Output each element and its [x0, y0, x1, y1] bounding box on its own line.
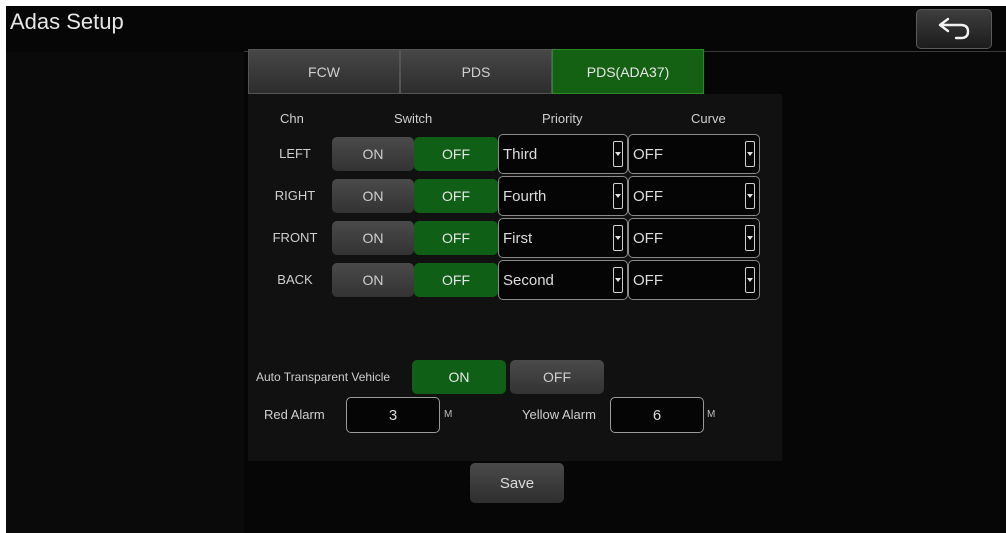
chevron-down-icon — [745, 267, 755, 293]
select-value: First — [503, 229, 533, 247]
select-value: Fourth — [503, 187, 547, 205]
back-button[interactable] — [916, 9, 992, 49]
tab-pds[interactable]: PDS — [400, 49, 552, 94]
front-on-button[interactable]: ON — [332, 221, 414, 255]
right-off-button[interactable]: OFF — [414, 179, 498, 213]
select-value: Second — [503, 271, 554, 289]
tab-label: PDS(ADA37) — [586, 63, 670, 80]
front-curve-select[interactable]: OFF — [628, 218, 760, 258]
back-priority-select[interactable]: Second — [498, 260, 628, 300]
tab-fcw[interactable]: FCW — [248, 49, 400, 94]
left-curve-select[interactable]: OFF — [628, 134, 760, 174]
adas-setup-screen: Adas Setup FCW PDS PDS(ADA37) Chn Switch… — [6, 6, 1006, 533]
back-off-button[interactable]: OFF — [414, 263, 498, 297]
chevron-down-icon — [745, 183, 755, 209]
chevron-down-icon — [745, 225, 755, 251]
chevron-down-icon — [613, 267, 623, 293]
select-value: OFF — [633, 229, 663, 247]
back-on-button[interactable]: ON — [332, 263, 414, 297]
right-curve-select[interactable]: OFF — [628, 176, 760, 216]
yellow-alarm-input[interactable]: 6 — [610, 397, 704, 433]
chevron-down-icon — [613, 141, 623, 167]
red-alarm-unit: M — [444, 409, 453, 420]
left-on-button[interactable]: ON — [332, 137, 414, 171]
row-label-front: FRONT — [272, 230, 318, 245]
yellow-alarm-label: Yellow Alarm — [522, 407, 596, 422]
page-title: Adas Setup — [10, 9, 124, 34]
select-value: Third — [503, 145, 538, 163]
select-value: OFF — [633, 145, 663, 163]
chevron-down-icon — [745, 141, 755, 167]
yellow-alarm-unit: M — [707, 409, 716, 420]
red-alarm-input[interactable]: 3 — [346, 397, 440, 433]
tab-pds-ada37[interactable]: PDS(ADA37) — [552, 49, 704, 94]
select-value: OFF — [633, 271, 663, 289]
left-priority-select[interactable]: Third — [498, 134, 628, 174]
red-alarm-label: Red Alarm — [264, 407, 325, 422]
select-value: OFF — [633, 187, 663, 205]
row-label-back: BACK — [277, 272, 313, 287]
right-on-button[interactable]: ON — [332, 179, 414, 213]
tab-label: PDS — [461, 63, 491, 80]
auto-transparent-off-button[interactable]: OFF — [510, 360, 604, 394]
header-chn: Chn — [280, 111, 304, 126]
left-pane — [6, 52, 244, 533]
row-label-left: LEFT — [279, 146, 311, 161]
header-priority: Priority — [542, 111, 583, 126]
chevron-down-icon — [613, 225, 623, 251]
chevron-down-icon — [613, 183, 623, 209]
auto-transparent-label: Auto Transparent Vehicle — [256, 370, 391, 384]
back-arrow-icon — [938, 17, 970, 40]
save-button[interactable]: Save — [470, 463, 564, 503]
right-priority-select[interactable]: Fourth — [498, 176, 628, 216]
front-off-button[interactable]: OFF — [414, 221, 498, 255]
auto-transparent-on-button[interactable]: ON — [412, 360, 506, 394]
header-switch: Switch — [394, 111, 433, 126]
row-label-right: RIGHT — [274, 188, 316, 203]
left-off-button[interactable]: OFF — [414, 137, 498, 171]
back-curve-select[interactable]: OFF — [628, 260, 760, 300]
front-priority-select[interactable]: First — [498, 218, 628, 258]
header-curve: Curve — [691, 111, 726, 126]
tab-label: FCW — [308, 63, 340, 80]
